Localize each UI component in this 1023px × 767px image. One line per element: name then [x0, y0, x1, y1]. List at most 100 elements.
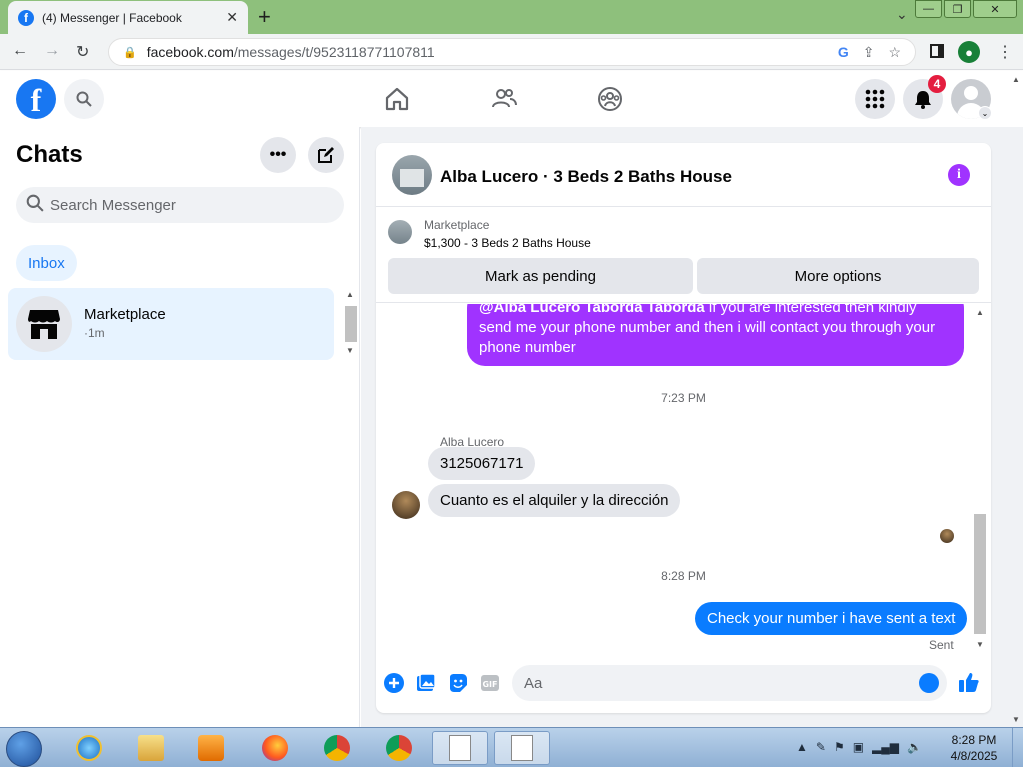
facebook-logo[interactable]: f	[16, 79, 56, 119]
plus-circle-icon[interactable]	[384, 673, 404, 693]
window-controls: — ❐ ✕	[913, 0, 1017, 18]
clock-date: 4/8/2025	[950, 749, 998, 763]
message-input[interactable]: Aa	[512, 665, 947, 701]
internet-explorer-icon	[76, 735, 102, 761]
compose-icon	[318, 147, 334, 163]
outgoing-message[interactable]: Check your number i have sent a text	[695, 602, 968, 635]
taskbar-chrome[interactable]	[314, 731, 360, 765]
google-lens-icon[interactable]: G	[838, 44, 849, 61]
like-thumb-icon[interactable]	[958, 671, 980, 693]
incoming-message[interactable]: Cuanto es el alquiler y la dirección	[428, 484, 681, 517]
photo-icon[interactable]	[416, 673, 436, 693]
chat-options-button[interactable]: •••	[260, 137, 296, 173]
chevron-down-icon[interactable]: ⌄	[978, 106, 992, 120]
show-hidden-icons-icon[interactable]: ▲	[796, 740, 808, 754]
conversation-header: Alba Lucero · 3 Beds 2 Baths House i	[376, 143, 991, 207]
home-icon[interactable]	[383, 85, 411, 113]
share-icon[interactable]: ⇪	[863, 44, 875, 61]
facebook-favicon-icon: f	[18, 9, 34, 26]
network-device-icon[interactable]: ▣	[853, 740, 864, 754]
search-icon	[26, 194, 44, 216]
new-tab-button[interactable]: +	[258, 4, 271, 30]
conversation-title[interactable]: Alba Lucero · 3 Beds 2 Baths House	[440, 167, 732, 187]
show-desktop-button[interactable]	[1012, 728, 1023, 767]
listing-image[interactable]	[388, 220, 412, 244]
facebook-top-nav: f 4 ⌄	[0, 71, 1023, 127]
more-options-button[interactable]: More options	[697, 258, 979, 294]
read-receipt-avatar	[940, 529, 954, 543]
new-message-button[interactable]	[308, 137, 344, 173]
chat-list-panel: Chats ••• Search Messenger Inbox Marketp…	[0, 127, 360, 727]
firefox-icon	[262, 735, 288, 761]
bookmark-star-icon[interactable]: ☆	[888, 44, 901, 61]
side-panel-icon[interactable]	[930, 44, 944, 58]
taskbar-document-1[interactable]	[432, 731, 488, 765]
message-composer: GIF Aa	[376, 661, 991, 705]
search-input[interactable]: Search Messenger	[16, 187, 344, 223]
listing-price-title[interactable]: $1,300 - 3 Beds 2 Baths House	[424, 236, 591, 250]
sticker-icon[interactable]	[448, 673, 468, 693]
restore-button[interactable]: ❐	[944, 0, 971, 18]
info-icon[interactable]: i	[948, 164, 970, 186]
browser-toolbar: ← → ↻ 🔒 facebook.com/messages/t/95231187…	[0, 34, 1023, 70]
facebook-search-button[interactable]	[64, 79, 104, 119]
url-host: facebook.com	[146, 44, 234, 60]
lock-icon: 🔒	[123, 46, 137, 59]
marketplace-label: Marketplace	[424, 218, 490, 232]
timestamp: 7:23 PM	[661, 391, 706, 405]
marketplace-listing-banner: Marketplace $1,300 - 3 Beds 2 Baths Hous…	[376, 208, 991, 303]
menu-button[interactable]	[855, 79, 895, 119]
list-item[interactable]: Marketplace ·1m	[8, 288, 334, 360]
gif-icon[interactable]: GIF	[480, 673, 500, 693]
taskbar-internet-explorer[interactable]	[66, 731, 112, 765]
message-status: Sent	[929, 638, 954, 652]
grid-menu-icon	[865, 89, 885, 109]
url-path: /messages/t/9523118771107811	[233, 44, 435, 60]
taskbar-media-player[interactable]	[188, 731, 234, 765]
chat-name: Marketplace	[84, 306, 166, 323]
taskbar-file-explorer[interactable]	[128, 731, 174, 765]
chrome-menu-icon[interactable]: ⋮	[997, 42, 1013, 62]
minimize-button[interactable]: —	[915, 0, 942, 18]
folder-icon	[138, 735, 164, 761]
document-icon	[449, 735, 471, 761]
browser-tab[interactable]: f (4) Messenger | Facebook ✕	[8, 1, 248, 34]
signal-bars-icon[interactable]: ▂▄▆	[872, 740, 899, 754]
tab-close-icon[interactable]: ✕	[226, 9, 238, 26]
taskbar-chrome-2[interactable]	[376, 731, 422, 765]
media-player-icon	[198, 735, 224, 761]
back-arrow-icon[interactable]: ←	[12, 42, 28, 60]
timestamp: 8:28 PM	[661, 569, 706, 583]
incoming-message[interactable]: 3125067171	[428, 447, 536, 480]
address-bar[interactable]: 🔒 facebook.com/messages/t/95231187711078…	[108, 38, 916, 66]
mark-as-pending-button[interactable]: Mark as pending	[388, 258, 693, 294]
conversation-panel: Alba Lucero · 3 Beds 2 Baths House i Mar…	[376, 143, 991, 713]
outgoing-message[interactable]: @Alba Lucero Taborda Taborda if you are …	[467, 304, 964, 366]
sender-avatar[interactable]	[392, 491, 420, 519]
taskbar-document-2[interactable]	[494, 731, 550, 765]
action-center-flag-icon[interactable]: ⚑	[834, 740, 845, 754]
svg-text:GIF: GIF	[482, 680, 497, 689]
taskbar-firefox[interactable]	[252, 731, 298, 765]
browser-tab-bar: f (4) Messenger | Facebook ✕ + ⌄ — ❐ ✕	[0, 0, 1023, 34]
chat-list-scrollbar[interactable]: ▲ ▼	[343, 290, 357, 358]
volume-icon[interactable]: 🔈	[907, 740, 922, 754]
chrome-profile-icon[interactable]: ●	[958, 41, 980, 63]
groups-icon[interactable]	[596, 85, 624, 113]
friends-icon[interactable]	[490, 85, 518, 113]
start-button[interactable]	[6, 731, 42, 767]
page-scrollbar[interactable]: ▲ ▼	[1010, 71, 1023, 727]
emoji-icon[interactable]	[919, 673, 939, 693]
tab-title: (4) Messenger | Facebook	[42, 10, 182, 25]
inbox-filter-tab[interactable]: Inbox	[16, 245, 77, 281]
clock-time: 8:28 PM	[951, 733, 997, 747]
pen-icon[interactable]: ✎	[816, 740, 826, 754]
forward-arrow-icon[interactable]: →	[44, 42, 60, 60]
reload-icon[interactable]: ↻	[76, 42, 89, 62]
thread-scrollbar[interactable]: ▲ ▼	[973, 304, 987, 653]
tab-search-chevron-icon[interactable]: ⌄	[896, 6, 908, 23]
close-window-button[interactable]: ✕	[973, 0, 1017, 18]
mention[interactable]: @Alba Lucero Taborda Taborda	[479, 304, 705, 316]
listing-thumbnail[interactable]	[392, 155, 432, 195]
system-clock[interactable]: 8:28 PM 4/8/2025	[944, 732, 1004, 764]
